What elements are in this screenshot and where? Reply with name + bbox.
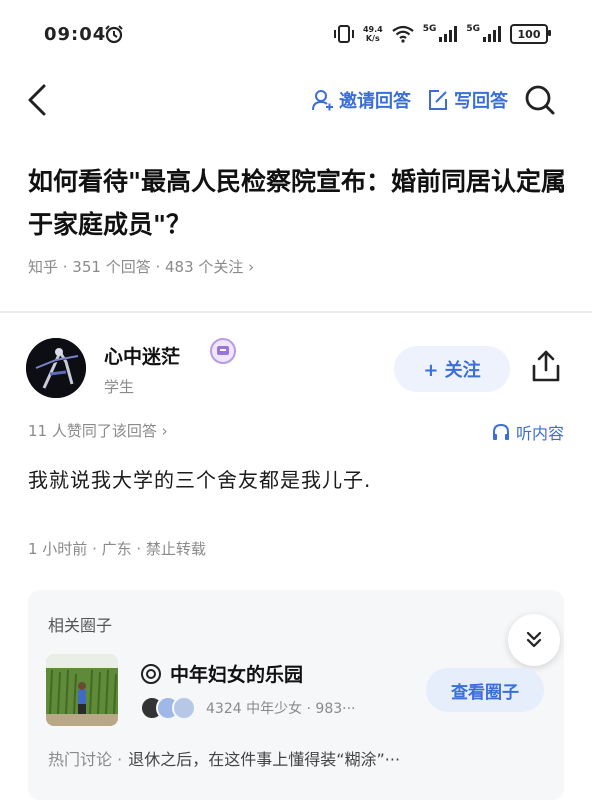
answer-text: 我就说我大学的三个舍友都是我儿子. (28, 468, 372, 492)
nav-actions: 邀请回答 写回答 (312, 84, 556, 116)
divider (0, 311, 592, 313)
battery-icon: 100 (510, 24, 551, 44)
speed-unit: K/s (365, 34, 380, 43)
answer-meta: 1 小时前 · 广东 · 禁止转载 (28, 540, 206, 558)
hot-discussion[interactable]: 热门讨论 · 退休之后，在这件事上懂得装“糊涂”··· (48, 746, 400, 770)
network2-label: 5G (466, 24, 480, 34)
circle-stats: 4324 中年少女 · 983··· (206, 701, 356, 717)
headphone-icon (492, 423, 509, 440)
listen-button[interactable]: 听内容 (492, 420, 564, 444)
circle-thumbnail-image (46, 654, 118, 726)
question-meta[interactable]: 知乎 · 351 个回答 · 483 个关注 › (28, 256, 254, 277)
view-circle-button[interactable]: 查看圈子 (426, 668, 544, 712)
circle-thumbnail[interactable] (46, 654, 118, 726)
author-title: 学生 (104, 378, 135, 396)
avatar-image (26, 338, 86, 398)
avatar[interactable] (26, 338, 86, 398)
vibrate-icon (333, 25, 354, 43)
status-icons: 49.4 K/s 5G 5G 100 (333, 24, 551, 44)
invite-icon (312, 90, 333, 111)
circle-stats-row: 4324 中年少女 · 983··· (140, 696, 356, 720)
circle-name-row[interactable]: 中年妇女的乐园 (140, 660, 303, 687)
invite-answer-button[interactable]: 邀请回答 (312, 87, 411, 113)
back-icon[interactable] (24, 82, 54, 118)
question-title[interactable]: 如何看待"最高人民检察院宣布：婚前同居认定属于家庭成员"？ (28, 160, 568, 246)
write-label: 写回答 (454, 91, 508, 112)
member-avatar (172, 696, 196, 720)
hot-prefix: 热门讨论 · (48, 750, 123, 769)
network-speed: 49.4 K/s (363, 25, 383, 43)
badge-icon (210, 338, 236, 364)
speed-value: 49.4 (362, 25, 383, 34)
network1-label: 5G (422, 24, 437, 34)
signal-icon (439, 26, 458, 42)
alarm-icon (105, 25, 123, 44)
circle-icon (141, 663, 161, 684)
write-answer-button[interactable]: 写回答 (427, 87, 508, 113)
wifi-icon (392, 25, 414, 43)
agree-count[interactable]: 11 人赞同了该回答 › (28, 420, 168, 441)
member-avatars (140, 696, 196, 720)
circle-name: 中年妇女的乐园 (170, 664, 304, 686)
search-icon[interactable] (524, 84, 556, 116)
hot-topic: 退休之后，在这件事上懂得装“糊涂”··· (128, 750, 401, 769)
edit-icon (429, 90, 447, 110)
author-name[interactable]: 心中迷茫 (104, 342, 180, 369)
listen-label: 听内容 (515, 424, 564, 443)
invite-label: 邀请回答 (339, 91, 411, 112)
signal-icon (483, 26, 501, 42)
chevron-down-double-icon (526, 631, 542, 648)
related-label: 相关圈子 (48, 616, 113, 635)
follow-button[interactable]: + 关注 (394, 346, 510, 392)
share-icon[interactable] (530, 348, 562, 384)
status-time: 09:04 (44, 24, 107, 45)
expand-button[interactable] (508, 614, 560, 666)
